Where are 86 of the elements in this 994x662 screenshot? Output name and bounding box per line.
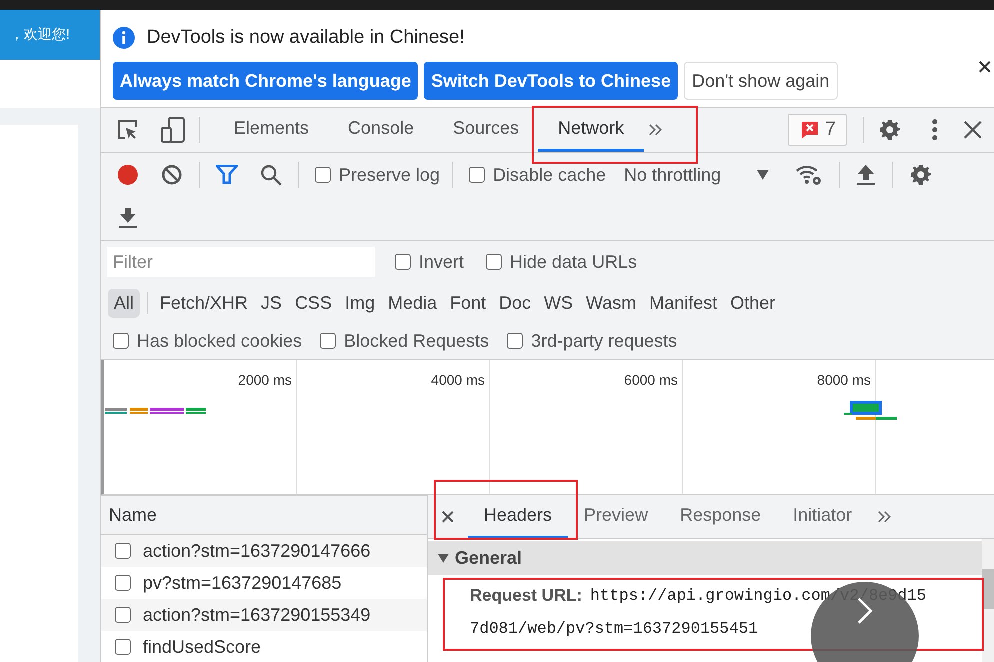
filter-checkbox[interactable]: Hide data URLs bbox=[486, 252, 638, 272]
header-value: 7d081/web/pv?stm=1637290155451 bbox=[470, 620, 758, 638]
checkbox-label: Preserve log bbox=[339, 164, 440, 186]
section-header[interactable]: General bbox=[428, 541, 982, 575]
type-filter[interactable]: Other bbox=[724, 288, 782, 318]
throttling-dropdown[interactable]: No throttling bbox=[624, 164, 770, 186]
checkbox[interactable] bbox=[320, 333, 336, 349]
scrollbar[interactable] bbox=[982, 539, 994, 662]
checkbox[interactable] bbox=[507, 333, 524, 349]
checkbox-label: Disable cache bbox=[493, 164, 606, 186]
tick-label: 8000 ms bbox=[817, 372, 871, 388]
infobar-message: DevTools is now available in Chinese! bbox=[147, 27, 465, 49]
download-icon[interactable] bbox=[118, 207, 138, 229]
clear-icon[interactable] bbox=[161, 164, 183, 186]
request-name: action?stm=1637290155349 bbox=[143, 604, 371, 626]
type-filter[interactable]: Img bbox=[339, 288, 382, 318]
type-filter[interactable]: Media bbox=[382, 288, 444, 318]
panel-tab[interactable]: Console bbox=[328, 108, 434, 152]
type-filter[interactable]: Manifest bbox=[644, 288, 724, 318]
request-name: pv?stm=1637290147685 bbox=[143, 572, 342, 594]
network-conditions-icon[interactable] bbox=[795, 163, 824, 187]
toolbar-checkbox[interactable]: Preserve log bbox=[315, 164, 440, 186]
caret-icon bbox=[757, 170, 770, 180]
request-row[interactable]: pv?stm=1637290147685 bbox=[101, 567, 427, 599]
details-tab[interactable]: Initiator bbox=[777, 495, 868, 538]
more-tabs-icon[interactable] bbox=[649, 124, 664, 136]
checkbox[interactable] bbox=[115, 543, 131, 559]
inspect-icon[interactable] bbox=[117, 119, 139, 141]
request-name: action?stm=1637290147666 bbox=[143, 540, 371, 562]
type-filter[interactable]: JS bbox=[255, 288, 288, 318]
filter-icon[interactable] bbox=[216, 165, 238, 185]
error-count: 7 bbox=[825, 119, 836, 141]
language-button[interactable]: Always match Chrome's language bbox=[113, 62, 418, 100]
section-title: General bbox=[455, 548, 522, 568]
header-key: Request URL: bbox=[470, 586, 582, 606]
request-row[interactable]: action?stm=1637290147666 bbox=[101, 535, 427, 567]
type-filter[interactable]: Font bbox=[444, 288, 492, 318]
menu-icon[interactable] bbox=[932, 119, 938, 141]
record-icon[interactable] bbox=[117, 164, 139, 186]
type-filter[interactable]: Wasm bbox=[580, 288, 642, 318]
checkbox[interactable] bbox=[486, 254, 502, 270]
error-icon bbox=[801, 121, 820, 139]
column-header[interactable]: Name bbox=[101, 495, 427, 535]
close-icon[interactable] bbox=[979, 61, 991, 73]
checkbox[interactable] bbox=[115, 607, 131, 623]
settings-icon[interactable] bbox=[909, 163, 934, 187]
checkbox-label: Invert bbox=[419, 252, 464, 272]
upload-icon[interactable] bbox=[856, 164, 876, 186]
details-tab[interactable]: Preview bbox=[568, 495, 664, 538]
close-icon[interactable] bbox=[442, 510, 454, 522]
type-filter[interactable]: All bbox=[108, 288, 140, 318]
request-row[interactable]: action?stm=1637290155349 bbox=[101, 599, 427, 631]
request-name: findUsedScore bbox=[143, 636, 262, 658]
filter-field[interactable]: Filter bbox=[107, 247, 375, 277]
toolbar-checkbox[interactable]: Disable cache bbox=[469, 164, 606, 186]
close-icon[interactable] bbox=[964, 121, 982, 139]
checkbox[interactable] bbox=[113, 333, 129, 349]
details-tab[interactable]: Response bbox=[664, 495, 778, 538]
panel-tab[interactable]: Elements bbox=[214, 108, 330, 152]
more-tabs-icon[interactable] bbox=[878, 510, 892, 522]
type-filter[interactable]: CSS bbox=[289, 288, 338, 318]
welcome-text: ，欢迎您! bbox=[10, 26, 70, 44]
filter-checkbox[interactable]: Invert bbox=[395, 252, 464, 272]
checkbox[interactable] bbox=[115, 575, 131, 591]
error-badge[interactable]: 7 bbox=[788, 114, 847, 146]
device-icon[interactable] bbox=[161, 117, 185, 143]
language-button[interactable]: Switch DevTools to Chinese bbox=[424, 62, 678, 100]
checkbox[interactable] bbox=[395, 254, 411, 270]
type-filter[interactable]: WS bbox=[538, 288, 580, 318]
search-icon[interactable] bbox=[260, 164, 282, 186]
expand-arrow-icon bbox=[438, 554, 449, 562]
tick-label: 6000 ms bbox=[624, 372, 678, 388]
info-icon bbox=[113, 27, 135, 49]
panel-tab[interactable]: Sources bbox=[433, 108, 540, 152]
type-filter[interactable]: Fetch/XHR bbox=[154, 288, 254, 318]
checkbox-label: Hide data URLs bbox=[510, 252, 638, 272]
request-row[interactable]: findUsedScore bbox=[101, 631, 427, 662]
type-filter[interactable]: Doc bbox=[493, 288, 538, 318]
dismiss-button[interactable]: Don't show again bbox=[684, 62, 838, 100]
checkbox[interactable] bbox=[469, 167, 486, 183]
tick-label: 4000 ms bbox=[431, 372, 485, 388]
checkbox[interactable] bbox=[315, 167, 331, 183]
settings-icon[interactable] bbox=[878, 118, 902, 142]
panel-tab[interactable]: Network bbox=[538, 108, 644, 152]
checkbox[interactable] bbox=[115, 639, 131, 655]
tick-label: 2000 ms bbox=[238, 372, 292, 388]
